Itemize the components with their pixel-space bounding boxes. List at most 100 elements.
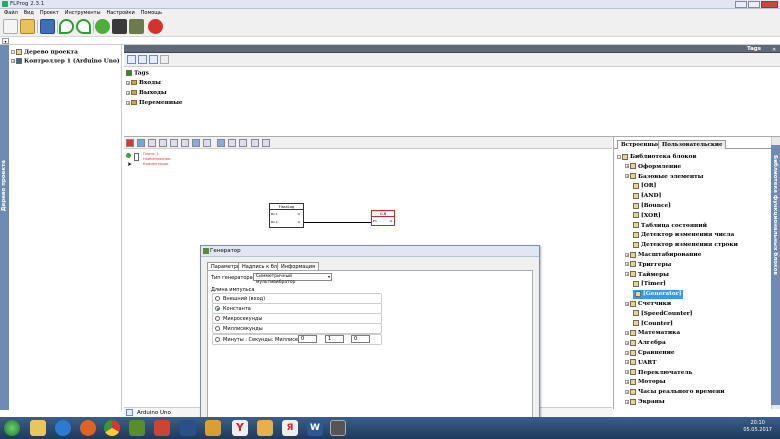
library-item[interactable]: Таблица состояний [633,222,707,231]
radio-milliseconds[interactable] [215,326,220,331]
media-icon[interactable] [80,420,96,436]
tags-root[interactable]: Tags [126,70,149,77]
save-icon[interactable] [40,19,55,34]
menu-tools[interactable]: Инструменты [65,9,101,17]
expand-icon[interactable]: + [625,330,629,335]
yandex-browser-icon[interactable]: Я [282,420,298,436]
expand-icon[interactable]: + [625,350,629,355]
library-item[interactable]: + Масштабирование [625,251,701,260]
radio-min-sec-ms[interactable] [215,337,220,342]
tags-item-outputs[interactable]: + Выходы [126,90,167,96]
move-icon[interactable] [170,139,178,147]
radio-constant[interactable] [215,306,220,311]
stop-icon[interactable] [148,19,163,34]
function-block-flashlog[interactable]: FlashLog Вх.1 Вх.2 Q Q [269,203,304,228]
menu-project[interactable]: Проект [40,9,59,17]
arrow-down-icon[interactable] [159,139,167,147]
expand-icon[interactable]: + [625,360,629,365]
menu-help[interactable]: Помощь [141,9,162,17]
expand-icon[interactable]: + [625,174,629,179]
project-tree-side-tab[interactable]: Дерево проекта [0,45,9,410]
wire-connection[interactable] [304,222,371,223]
library-item[interactable]: [OR] [633,182,656,191]
library-item[interactable]: - Библиотека блоков [617,153,697,162]
library-item[interactable]: Детектор изменения числа [633,231,734,240]
arrow-up-icon[interactable] [148,139,156,147]
tags-item-variables[interactable]: + Переменные [126,100,183,106]
zoom-icon[interactable] [192,139,200,147]
copy-icon[interactable] [251,139,259,147]
app-icon-orange[interactable] [257,420,273,436]
library-item[interactable]: + Триггеры [625,261,671,270]
expand-icon[interactable]: + [625,389,629,394]
clock[interactable]: 20:10 05.05.2017 [743,420,772,434]
explorer-icon[interactable] [30,420,46,436]
expand-icon[interactable]: + [625,164,629,169]
tree-controller[interactable]: + Контроллер 1 (Arduino Uno) [11,58,120,65]
library-item[interactable]: [Generator] [633,290,684,300]
dropdown-icon[interactable]: ▾ [2,38,9,44]
board-settings-icon[interactable] [203,139,211,147]
radio-microseconds[interactable] [215,316,220,321]
milliseconds-spinner[interactable]: 0 [351,335,370,343]
align-right-icon[interactable] [239,139,247,147]
library-item[interactable]: + Оформление [625,163,681,172]
expand-icon[interactable]: + [625,379,629,384]
align-left-icon[interactable] [228,139,236,147]
gen-type-select[interactable]: Симметричный мультивибратор ▾ [253,273,332,285]
expand-icon[interactable]: + [625,370,629,375]
new-file-icon[interactable] [3,19,18,34]
expand-icon[interactable]: + [625,272,629,277]
grid-icon[interactable] [181,139,189,147]
library-item[interactable]: + Экраны [625,398,665,407]
board-icon[interactable] [129,19,144,34]
upload-icon[interactable] [112,19,127,34]
yandex-icon[interactable]: Y [232,420,248,436]
open-folder-icon[interactable] [20,19,35,34]
library-item[interactable]: [Bounce] [633,202,671,211]
minimize-button[interactable] [735,1,747,8]
tree-root[interactable]: - Дерево проекта [11,49,78,56]
tab-user[interactable]: Пользовательские [658,140,727,149]
start-button[interactable] [4,420,20,436]
flprog-taskbar-icon[interactable] [330,420,346,436]
menu-file[interactable]: Файл [4,9,18,17]
library-item[interactable]: + Счетчики [625,300,671,309]
library-item[interactable]: + Переключатель [625,369,692,378]
library-item[interactable]: + Таймеры [625,271,669,280]
add-folder-icon[interactable] [138,55,147,64]
library-item[interactable]: + Часы реального времени [625,388,725,397]
expand-icon[interactable]: + [625,252,629,257]
delete-icon[interactable] [126,139,134,147]
app-icon-green[interactable] [129,420,145,436]
dialog-tab-info[interactable]: Информация [277,262,320,270]
library-item[interactable]: [SpeedCounter] [633,310,692,319]
redo-icon[interactable] [76,19,91,34]
library-item[interactable]: + Математика [625,329,680,338]
view-icon[interactable] [217,139,225,147]
undo-icon[interactable] [59,19,74,34]
close-button[interactable] [761,1,778,8]
menu-settings[interactable]: Настройки [106,9,134,17]
library-item[interactable]: + UART [625,359,656,368]
library-item[interactable]: [AND] [633,192,661,201]
delete-tag-icon[interactable] [160,55,169,64]
paste-icon[interactable] [262,139,270,147]
library-item[interactable]: [Timer] [633,280,666,289]
chrome-icon[interactable] [104,420,120,436]
cut-icon[interactable] [137,139,145,147]
ie-icon[interactable] [55,420,71,436]
edit-tag-icon[interactable] [149,55,158,64]
word-icon[interactable]: W [307,420,323,436]
library-item[interactable]: [Counter] [633,320,673,329]
expand-icon[interactable]: + [625,340,629,345]
app-icon-red[interactable] [154,420,170,436]
app-icon-yellow[interactable] [205,420,221,436]
library-item[interactable]: + Алгебра [625,339,666,348]
tags-item-inputs[interactable]: + Входы [126,80,161,86]
library-side-tab[interactable]: Библиотека функциональных блоков [771,145,780,405]
expand-icon[interactable]: + [625,301,629,306]
minutes-spinner[interactable]: 0 [298,335,317,343]
expand-icon[interactable]: + [625,262,629,267]
app-icon-blue[interactable] [180,420,196,436]
